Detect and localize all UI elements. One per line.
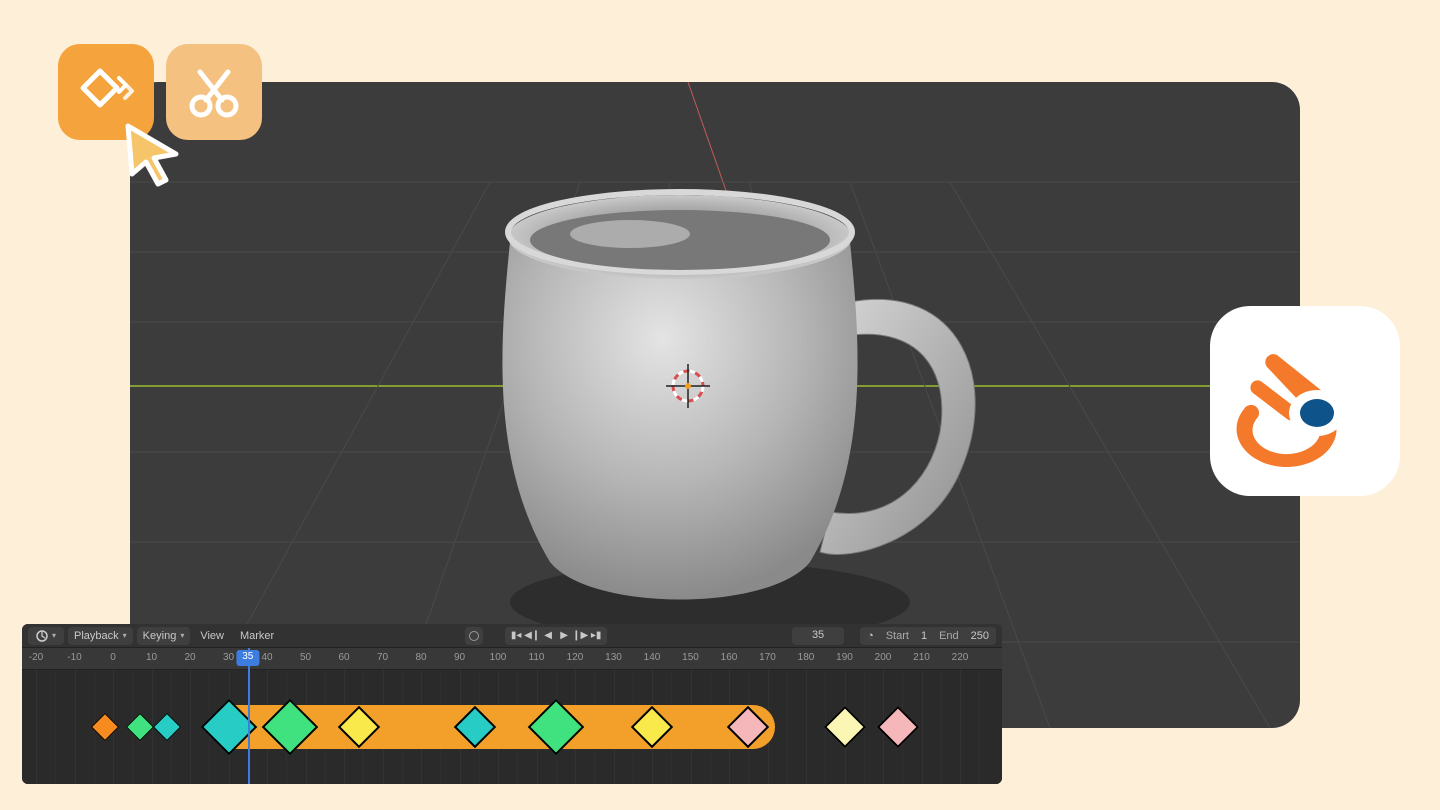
timeline-ruler[interactable]: -20 -10 0 10 20 30 40 50 60 70 80 90 100 110 120 130 140… (22, 648, 1002, 670)
playhead-line[interactable] (248, 648, 250, 784)
ruler-tick: 90 (454, 648, 465, 663)
ruler-tick: -20 (29, 648, 43, 663)
start-frame-field[interactable]: 1 (914, 630, 934, 642)
ruler-tick: 30 (223, 648, 234, 663)
menu-label: Playback (74, 630, 119, 642)
play-button[interactable]: ▶ (557, 629, 571, 643)
menu-view[interactable]: View (194, 628, 230, 644)
ruler-tick: 160 (721, 648, 738, 663)
ruler-tick: 120 (567, 648, 584, 663)
end-frame-field[interactable]: 250 (964, 630, 996, 642)
ruler-tick: 170 (759, 648, 776, 663)
ruler-tick: 10 (146, 648, 157, 663)
ruler-tick: 40 (261, 648, 272, 663)
end-label: End (934, 630, 964, 642)
timeline-track-area[interactable] (22, 670, 1002, 784)
ruler-tick: 180 (798, 648, 815, 663)
ruler-tick: 210 (913, 648, 930, 663)
keyframe-diamond[interactable] (91, 713, 119, 741)
current-frame-field[interactable]: 35 (792, 627, 844, 645)
ruler-tick: 110 (529, 648, 545, 663)
next-key-button[interactable]: ❙▶ (573, 629, 587, 643)
ruler-tick: 20 (184, 648, 195, 663)
ruler-tick: 80 (415, 648, 426, 663)
play-rev-button[interactable]: ◀ (541, 629, 555, 643)
ruler-tick: 190 (836, 648, 853, 663)
ruler-tick: 50 (300, 648, 311, 663)
timeline-header: ▾ Playback▾ Keying▾ View Marker ▮◂ ◀❙ ◀ … (22, 624, 1002, 648)
keyframe-diamond[interactable] (126, 713, 154, 741)
keyframe-diamond[interactable] (823, 706, 865, 748)
ruler-tick: 60 (338, 648, 349, 663)
playback-controls: ▮◂ ◀❙ ◀ ▶ ❙▶ ▸▮ (505, 627, 607, 645)
ruler-tick: -10 (67, 648, 81, 663)
ruler-tick: 0 (110, 648, 116, 663)
keyframe-jump-icon (76, 62, 136, 122)
ruler-tick: 70 (377, 648, 388, 663)
mouse-cursor-icon (118, 118, 190, 190)
ruler-tick: 100 (490, 648, 507, 663)
ruler-tick: 140 (644, 648, 661, 663)
ruler-tick: 130 (605, 648, 622, 663)
auto-key-button[interactable] (465, 627, 483, 645)
timeline-editor-selector[interactable]: ▾ (28, 627, 64, 645)
frame-range: ◔ Start 1 End 250 (860, 627, 996, 645)
start-label: Start (881, 630, 914, 642)
keyframe-diamond[interactable] (153, 713, 181, 741)
menu-label: Keying (143, 630, 177, 642)
menu-keying[interactable]: Keying▾ (137, 627, 191, 645)
jump-end-button[interactable]: ▸▮ (589, 629, 603, 643)
scissors-icon (184, 62, 244, 122)
ruler-tick: 220 (952, 648, 969, 663)
blender-logo-icon (1235, 331, 1375, 471)
blender-logo-badge (1210, 306, 1400, 496)
ruler-tick: 150 (682, 648, 699, 663)
jump-start-button[interactable]: ▮◂ (509, 629, 523, 643)
playhead-flag[interactable]: 35 (236, 650, 259, 666)
menu-marker[interactable]: Marker (234, 628, 280, 644)
prev-key-button[interactable]: ◀❙ (525, 629, 539, 643)
ruler-tick: 200 (875, 648, 892, 663)
menu-playback[interactable]: Playback▾ (68, 627, 133, 645)
clock-icon: ◔ (860, 630, 881, 642)
timeline-panel[interactable]: ▾ Playback▾ Keying▾ View Marker ▮◂ ◀❙ ◀ … (22, 624, 1002, 784)
